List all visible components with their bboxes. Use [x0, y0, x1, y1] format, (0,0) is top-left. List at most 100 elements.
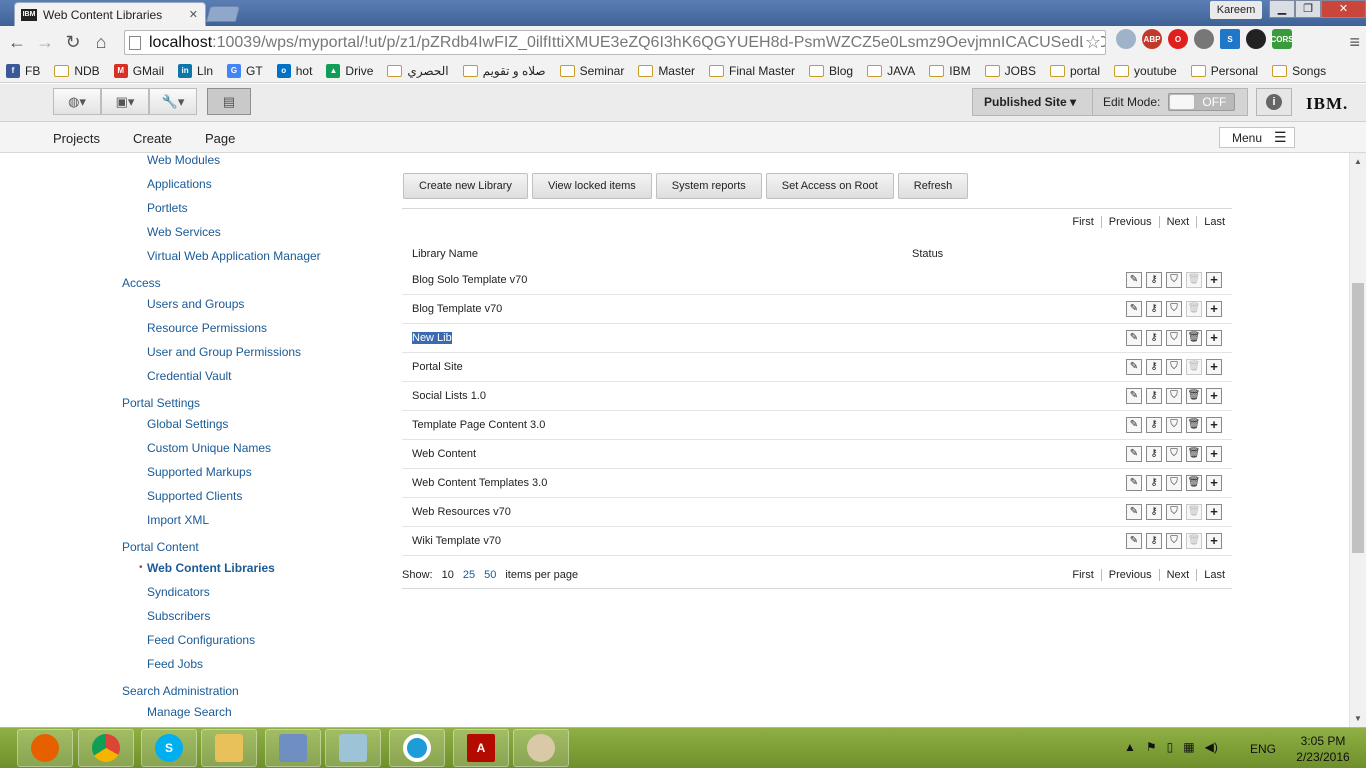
- add-icon[interactable]: +: [1206, 359, 1222, 375]
- tags-icon[interactable]: ⛉: [1166, 475, 1182, 491]
- nav-syndicators[interactable]: Syndicators: [147, 585, 210, 599]
- s-extension-icon[interactable]: S: [1220, 29, 1240, 49]
- bookmark-item[interactable]: JAVA: [867, 64, 915, 78]
- forward-arrow-icon[interactable]: →: [31, 29, 59, 57]
- column-header-library-name[interactable]: Library Name: [412, 248, 478, 260]
- bookmark-item[interactable]: Master: [638, 64, 695, 78]
- view-locked-items-button[interactable]: View locked items: [531, 173, 652, 199]
- nav-feed-jobs[interactable]: Feed Jobs: [147, 657, 203, 671]
- library-name[interactable]: Web Resources v70: [412, 506, 511, 518]
- delete-icon[interactable]: 🗑: [1186, 504, 1202, 520]
- color-extension-icon[interactable]: [1246, 29, 1266, 49]
- delete-icon[interactable]: 🗑: [1186, 359, 1202, 375]
- bookmark-item[interactable]: f FB: [6, 63, 40, 78]
- nav-portlets[interactable]: Portlets: [147, 201, 188, 215]
- page-size-50[interactable]: 50: [484, 569, 496, 581]
- table-row[interactable]: Web Resources v70 ✎ ⚷ ⛉ 🗑 +: [402, 498, 1232, 527]
- delete-icon[interactable]: 🗑: [1186, 388, 1202, 404]
- bookmark-item[interactable]: JOBS: [984, 64, 1036, 78]
- info-button[interactable]: i: [1256, 88, 1292, 116]
- nav-supported-markups[interactable]: Supported Markups: [147, 465, 252, 479]
- menu-button[interactable]: Menu ☰: [1219, 127, 1295, 148]
- nav-section-portal-settings[interactable]: Portal Settings: [122, 396, 200, 410]
- pager-last[interactable]: Last: [1196, 216, 1232, 228]
- bookmark-item[interactable]: Seminar: [559, 64, 624, 78]
- address-bar[interactable]: localhost:10039/wps/myportal/!ut/p/z1/pZ…: [124, 30, 1106, 55]
- edit-icon[interactable]: ✎: [1126, 330, 1142, 346]
- nav-import-xml[interactable]: Import XML: [147, 513, 209, 527]
- nav-web-modules[interactable]: Web Modules: [147, 153, 220, 167]
- bookmark-item[interactable]: G GT: [227, 63, 263, 78]
- bookmark-item[interactable]: youtube: [1114, 64, 1177, 78]
- delete-icon[interactable]: 🗑: [1186, 330, 1202, 346]
- published-site-dropdown[interactable]: Published Site ▾: [973, 89, 1093, 115]
- adblock-extension-icon[interactable]: ABP: [1142, 29, 1162, 49]
- nav-virtual-web-app-manager[interactable]: Virtual Web Application Manager: [147, 249, 321, 263]
- edit-icon[interactable]: ✎: [1126, 533, 1142, 549]
- taskbar-explorer[interactable]: [201, 729, 257, 767]
- nav-create[interactable]: Create: [133, 131, 172, 146]
- library-name[interactable]: Blog Template v70: [412, 303, 502, 315]
- flag-icon[interactable]: ⚑: [1146, 740, 1157, 754]
- nav-credential-vault[interactable]: Credential Vault: [147, 369, 232, 383]
- volume-icon[interactable]: ◀): [1205, 740, 1218, 754]
- scroll-up-icon[interactable]: ▲: [1354, 157, 1362, 166]
- page-tools-icon[interactable]: ▣▾: [101, 88, 149, 115]
- browser-user-badge[interactable]: Kareem: [1210, 1, 1262, 19]
- delete-icon[interactable]: 🗑: [1186, 272, 1202, 288]
- chat-extension-icon[interactable]: [1194, 29, 1214, 49]
- tags-icon[interactable]: ⛉: [1166, 330, 1182, 346]
- key-icon[interactable]: ⚷: [1146, 359, 1162, 375]
- nav-feed-configurations[interactable]: Feed Configurations: [147, 633, 255, 647]
- nav-web-services[interactable]: Web Services: [147, 225, 221, 239]
- pager-first[interactable]: First: [1065, 216, 1100, 228]
- table-row[interactable]: Blog Template v70 ✎ ⚷ ⛉ 🗑 +: [402, 295, 1232, 324]
- add-icon[interactable]: +: [1206, 272, 1222, 288]
- window-maximize-button[interactable]: ❐: [1295, 0, 1321, 18]
- window-minimize-button[interactable]: ▁: [1269, 0, 1295, 18]
- nav-user-group-permissions[interactable]: User and Group Permissions: [147, 345, 301, 359]
- system-reports-button[interactable]: System reports: [655, 173, 762, 199]
- nav-manage-search[interactable]: Manage Search: [147, 705, 232, 719]
- delete-icon[interactable]: 🗑: [1186, 475, 1202, 491]
- nav-global-settings[interactable]: Global Settings: [147, 417, 228, 431]
- wrench-icon[interactable]: 🔧▾: [149, 88, 197, 115]
- cors-extension-icon[interactable]: CORS: [1270, 29, 1294, 49]
- nav-supported-clients[interactable]: Supported Clients: [147, 489, 242, 503]
- tags-icon[interactable]: ⛉: [1166, 388, 1182, 404]
- tags-icon[interactable]: ⛉: [1166, 359, 1182, 375]
- key-icon[interactable]: ⚷: [1146, 446, 1162, 462]
- key-icon[interactable]: ⚷: [1146, 388, 1162, 404]
- edit-icon[interactable]: ✎: [1126, 301, 1142, 317]
- nav-resource-permissions[interactable]: Resource Permissions: [147, 321, 267, 335]
- browser-menu-icon[interactable]: ≡: [1349, 32, 1360, 53]
- table-row[interactable]: New Lib ✎ ⚷ ⛉ 🗑 +: [402, 324, 1232, 353]
- edit-icon[interactable]: ✎: [1126, 504, 1142, 520]
- bookmark-item[interactable]: الحصري: [387, 64, 449, 78]
- nav-web-content-libraries[interactable]: Web Content Libraries: [147, 561, 275, 575]
- taskbar-app-ring[interactable]: [389, 729, 445, 767]
- tags-icon[interactable]: ⛉: [1166, 272, 1182, 288]
- edit-mode-toggle[interactable]: OFF: [1168, 93, 1236, 111]
- tags-icon[interactable]: ⛉: [1166, 504, 1182, 520]
- refresh-button[interactable]: Refresh: [897, 173, 969, 199]
- library-name[interactable]: Web Content: [412, 448, 476, 460]
- bookmark-item[interactable]: M GMail: [113, 63, 164, 78]
- nav-section-access[interactable]: Access: [122, 276, 161, 290]
- network-icon[interactable]: ▦: [1183, 740, 1194, 754]
- pager-last[interactable]: Last: [1196, 569, 1232, 581]
- page-scrollbar[interactable]: ▲ ▼: [1349, 153, 1366, 727]
- bookmark-item[interactable]: IBM: [929, 64, 971, 78]
- bookmark-item[interactable]: ▲ Drive: [326, 63, 373, 78]
- tags-icon[interactable]: ⛉: [1166, 533, 1182, 549]
- library-name[interactable]: Web Content Templates 3.0: [412, 477, 547, 489]
- pager-previous[interactable]: Previous: [1100, 569, 1159, 581]
- tags-icon[interactable]: ⛉: [1166, 417, 1182, 433]
- library-name[interactable]: Portal Site: [412, 361, 463, 373]
- key-icon[interactable]: ⚷: [1146, 330, 1162, 346]
- pager-next[interactable]: Next: [1158, 216, 1197, 228]
- add-icon[interactable]: +: [1206, 417, 1222, 433]
- nav-custom-unique-names[interactable]: Custom Unique Names: [147, 441, 271, 455]
- scroll-thumb[interactable]: [1352, 283, 1364, 553]
- set-access-on-root-button[interactable]: Set Access on Root: [765, 173, 894, 199]
